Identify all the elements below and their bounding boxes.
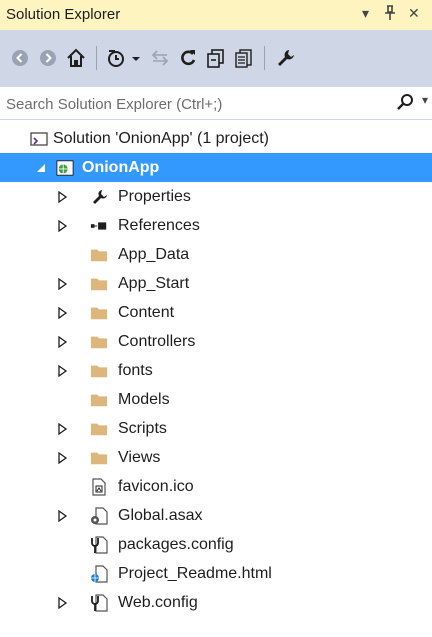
folder-icon <box>90 333 108 351</box>
tree-label: Views <box>118 448 161 466</box>
global-asax-icon <box>90 506 108 525</box>
collapse-all-icon <box>207 49 224 68</box>
search-bar: ▾ <box>0 86 432 120</box>
tree-node-web-config[interactable]: Web.config <box>0 588 432 617</box>
collapsed-arrow-icon[interactable] <box>56 335 70 349</box>
tree-node-references[interactable]: References <box>0 211 432 240</box>
collapsed-arrow-icon[interactable] <box>56 219 70 233</box>
panel-title: Solution Explorer <box>6 6 121 23</box>
tree-label: App_Data <box>118 245 190 263</box>
back-button[interactable] <box>6 44 34 72</box>
config-file-icon <box>90 593 108 612</box>
show-all-files-button[interactable] <box>230 44 258 72</box>
tree-label: App_Start <box>118 274 190 292</box>
toolbar-separator <box>96 46 97 70</box>
search-input[interactable] <box>4 91 388 117</box>
tree-node-content[interactable]: Content <box>0 298 432 327</box>
properties-button[interactable] <box>272 44 300 72</box>
collapsed-arrow-icon[interactable] <box>56 451 70 465</box>
tree-node-fonts[interactable]: fonts <box>0 356 432 385</box>
folder-icon <box>90 275 108 293</box>
folder-icon <box>90 362 108 380</box>
config-file-icon <box>90 535 108 554</box>
tree-node-readme[interactable]: Project_Readme.html <box>0 559 432 588</box>
web-project-icon <box>56 159 74 177</box>
folder-icon <box>90 391 108 409</box>
folder-icon <box>90 246 108 264</box>
tree-node-project[interactable]: OnionApp <box>0 153 432 182</box>
close-icon[interactable]: ✕ <box>408 5 420 22</box>
toolbar <box>0 30 432 86</box>
tree-node-global-asax[interactable]: Global.asax <box>0 501 432 530</box>
home-button[interactable] <box>62 44 90 72</box>
back-icon <box>12 50 28 66</box>
pin-icon[interactable] <box>383 5 397 25</box>
tree-label: packages.config <box>118 535 234 553</box>
wrench-icon <box>90 188 108 206</box>
forward-button[interactable] <box>34 44 62 72</box>
tree-node-controllers[interactable]: Controllers <box>0 327 432 356</box>
tree-label: Controllers <box>118 332 196 350</box>
wrench-icon <box>278 50 294 66</box>
image-file-icon <box>90 477 108 496</box>
forward-icon <box>40 50 56 66</box>
tree-node-favicon[interactable]: favicon.ico <box>0 472 432 501</box>
sync-icon <box>151 50 169 66</box>
refresh-icon <box>181 50 196 66</box>
tree-label: OnionApp <box>82 158 160 176</box>
dropdown-icon[interactable]: ▾ <box>362 5 369 22</box>
tree-node-models[interactable]: Models <box>0 385 432 414</box>
references-icon <box>90 217 108 235</box>
toolbar-separator <box>264 46 265 70</box>
sync-with-document-button[interactable] <box>146 44 174 72</box>
history-icon <box>108 50 140 67</box>
tree-node-app-data[interactable]: App_Data <box>0 240 432 269</box>
folder-icon <box>90 449 108 467</box>
tree-label: Properties <box>118 187 191 205</box>
collapsed-arrow-icon[interactable] <box>56 364 70 378</box>
tree-label: Global.asax <box>118 506 203 524</box>
collapse-all-button[interactable] <box>202 44 230 72</box>
show-all-files-icon <box>235 49 252 68</box>
home-icon <box>67 48 85 67</box>
search-icon[interactable] <box>396 93 418 118</box>
collapsed-arrow-icon[interactable] <box>56 306 70 320</box>
tree-node-solution[interactable]: Solution 'OnionApp' (1 project) <box>0 124 432 153</box>
tree-node-app-start[interactable]: App_Start <box>0 269 432 298</box>
tree-label: Models <box>118 390 170 408</box>
tree-label: Web.config <box>118 593 198 611</box>
tree-label: References <box>118 216 200 234</box>
html-file-icon <box>90 564 108 583</box>
tree-label: Project_Readme.html <box>118 564 272 582</box>
collapsed-arrow-icon[interactable] <box>56 422 70 436</box>
solution-icon <box>30 130 48 148</box>
collapsed-arrow-icon[interactable] <box>56 277 70 291</box>
tree-label: Scripts <box>118 419 167 437</box>
collapsed-arrow-icon[interactable] <box>56 596 70 610</box>
tree-node-packages-config[interactable]: packages.config <box>0 530 432 559</box>
folder-icon <box>90 420 108 438</box>
collapsed-arrow-icon[interactable] <box>56 190 70 204</box>
pending-changes-filter-button[interactable] <box>104 44 144 72</box>
tree-label: fonts <box>118 361 153 379</box>
tree-label: Content <box>118 303 175 321</box>
title-bar: Solution Explorer ▾ ✕ <box>0 0 432 30</box>
tree-label: favicon.ico <box>118 477 194 495</box>
refresh-button[interactable] <box>174 44 202 72</box>
tree-node-scripts[interactable]: Scripts <box>0 414 432 443</box>
expanded-arrow-icon[interactable] <box>34 161 48 175</box>
search-options-icon[interactable]: ▾ <box>422 93 428 107</box>
collapsed-arrow-icon[interactable] <box>56 509 70 523</box>
tree-label: Solution 'OnionApp' (1 project) <box>53 129 270 147</box>
tree-node-views[interactable]: Views <box>0 443 432 472</box>
tree-node-properties[interactable]: Properties <box>0 182 432 211</box>
folder-icon <box>90 304 108 322</box>
